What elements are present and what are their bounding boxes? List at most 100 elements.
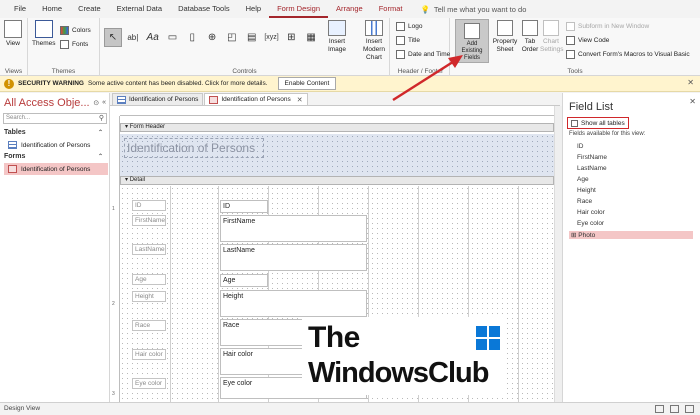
logo-button[interactable]: Logo bbox=[396, 22, 422, 31]
hyperlink-control-icon[interactable]: ⊕ bbox=[203, 28, 221, 47]
tab-create[interactable]: Create bbox=[70, 0, 109, 18]
page-break-icon[interactable]: ⊞ bbox=[282, 28, 300, 47]
tab-file[interactable]: File bbox=[6, 0, 34, 18]
search-icon: ⚲ bbox=[98, 115, 104, 122]
subform-new-window-button[interactable]: Subform in New Window bbox=[566, 22, 649, 31]
close-icon[interactable]: ✕ bbox=[687, 78, 694, 87]
property-sheet-icon bbox=[497, 20, 513, 36]
view-button[interactable]: View bbox=[4, 20, 22, 48]
title-button[interactable]: Title bbox=[396, 36, 420, 45]
chart-settings-button[interactable]: Chart Settings bbox=[540, 20, 564, 54]
form-icon bbox=[8, 165, 17, 173]
form-header-bar[interactable]: ▾ Form Header bbox=[120, 123, 554, 132]
textbox-age[interactable]: Age bbox=[220, 274, 268, 287]
ruler-number: 1 bbox=[112, 206, 115, 212]
field-item-firstname[interactable]: FirstName bbox=[577, 154, 607, 161]
property-sheet-button[interactable]: Property Sheet bbox=[492, 20, 518, 54]
field-item-photo[interactable]: ⊞ Photo bbox=[569, 231, 693, 239]
fonts-button[interactable]: Fonts bbox=[60, 40, 88, 49]
themes-icon bbox=[34, 20, 53, 38]
nav-item-table[interactable]: Identification of Persons bbox=[4, 139, 108, 151]
field-label-id[interactable]: ID bbox=[132, 200, 166, 211]
close-tab-icon[interactable]: ✕ bbox=[297, 96, 303, 104]
layout-view-icon[interactable] bbox=[670, 405, 679, 413]
tab-external-data[interactable]: External Data bbox=[109, 0, 170, 18]
vertical-scrollbar[interactable] bbox=[554, 106, 562, 402]
field-item-height[interactable]: Height bbox=[577, 187, 596, 194]
label-control-icon[interactable]: Aa bbox=[144, 28, 162, 47]
date-time-button[interactable]: Date and Time bbox=[396, 50, 450, 59]
detail-bar[interactable]: ▾ Detail bbox=[120, 176, 554, 185]
tab-order-button[interactable]: Tab Order bbox=[520, 20, 540, 54]
tell-me-box[interactable]: 💡 Tell me what you want to do bbox=[420, 5, 526, 14]
textbox-control-icon[interactable]: ab| bbox=[124, 28, 142, 47]
navigation-control-icon[interactable]: ▤ bbox=[243, 28, 261, 47]
nav-collapse-icon[interactable]: « bbox=[102, 99, 106, 107]
textbox-lastname[interactable]: LastName bbox=[220, 244, 367, 271]
tab-form-design[interactable]: Form Design bbox=[269, 1, 329, 18]
tab-format[interactable]: Format bbox=[371, 0, 411, 18]
controls-group-label: Controls bbox=[232, 68, 257, 75]
colors-button[interactable]: Colors bbox=[60, 26, 91, 35]
field-label-age[interactable]: Age bbox=[132, 274, 166, 285]
nav-section-tables[interactable]: Tables ⌃ bbox=[4, 129, 108, 136]
view-code-button[interactable]: View Code bbox=[566, 36, 609, 45]
field-label-race[interactable]: Race bbox=[132, 320, 166, 331]
button-control-icon[interactable]: ▭ bbox=[164, 28, 182, 47]
field-item-lastname[interactable]: LastName bbox=[577, 165, 607, 172]
doc-tab-form[interactable]: Identification of Persons ✕ bbox=[204, 93, 308, 105]
form-icon bbox=[209, 95, 219, 104]
textbox-firstname[interactable]: FirstName bbox=[220, 215, 367, 242]
field-item-hair-color[interactable]: Hair color bbox=[577, 209, 605, 216]
nav-search-input[interactable]: Search... ⚲ bbox=[3, 113, 107, 124]
ruler-number: 2 bbox=[112, 301, 115, 307]
form-title-label[interactable]: Identification of Persons bbox=[124, 138, 264, 158]
tab-arrange[interactable]: Arrange bbox=[328, 0, 371, 18]
textbox-id[interactable]: ID bbox=[220, 200, 268, 213]
security-warning-title: SECURITY WARNING bbox=[18, 80, 84, 87]
code-icon bbox=[566, 36, 575, 45]
view-icon bbox=[4, 20, 22, 38]
form-view-icon[interactable] bbox=[655, 405, 664, 413]
insert-chart-button[interactable]: Insert Modern Chart bbox=[356, 20, 392, 62]
nav-menu-icon[interactable]: ⊙ bbox=[93, 99, 99, 107]
themes-button[interactable]: Themes bbox=[32, 20, 55, 48]
tab-control-icon[interactable]: ▯ bbox=[183, 28, 201, 47]
form-header-section[interactable]: Identification of Persons bbox=[120, 134, 554, 176]
tab-home[interactable]: Home bbox=[34, 0, 70, 18]
ribbon-tab-bar: File Home Create External Data Database … bbox=[0, 0, 700, 18]
field-item-age[interactable]: Age bbox=[577, 176, 589, 183]
insert-image-button[interactable]: Insert Image bbox=[322, 20, 352, 54]
field-item-id[interactable]: ID bbox=[577, 143, 584, 150]
tab-help[interactable]: Help bbox=[238, 0, 269, 18]
web-browser-control-icon[interactable]: ◰ bbox=[223, 28, 241, 47]
add-existing-fields-button[interactable]: Add Existing Fields bbox=[455, 19, 489, 63]
field-label-eye-color[interactable]: Eye color bbox=[132, 378, 166, 389]
combo-box-icon[interactable]: ▦ bbox=[302, 28, 320, 47]
field-label-firstname[interactable]: FirstName bbox=[132, 215, 166, 226]
select-pointer-icon[interactable]: ↖ bbox=[104, 27, 122, 47]
field-item-eye-color[interactable]: Eye color bbox=[577, 220, 604, 227]
nav-item-form[interactable]: Identification of Persons bbox=[4, 163, 108, 175]
convert-macros-button[interactable]: Convert Form's Macros to Visual Basic bbox=[566, 50, 690, 59]
close-icon[interactable]: ✕ bbox=[689, 97, 696, 106]
nav-pane-title[interactable]: All Access Obje... bbox=[4, 97, 90, 109]
option-group-icon[interactable]: [xyz] bbox=[263, 28, 281, 47]
tell-me-text: Tell me what you want to do bbox=[433, 4, 527, 14]
doc-tab-table[interactable]: Identification of Persons bbox=[112, 93, 204, 105]
chart-icon bbox=[365, 20, 383, 36]
security-warning-message[interactable]: Some active content has been disabled. C… bbox=[88, 80, 268, 87]
textbox-height[interactable]: Height bbox=[220, 290, 367, 317]
show-all-tables-link[interactable]: Show all tables bbox=[567, 117, 629, 129]
field-item-race[interactable]: Race bbox=[577, 198, 592, 205]
tools-group-label: Tools bbox=[567, 68, 583, 75]
field-label-hair-color[interactable]: Hair color bbox=[132, 349, 166, 360]
grid-line bbox=[518, 186, 519, 402]
field-label-height[interactable]: Height bbox=[132, 291, 166, 302]
nav-section-forms[interactable]: Forms ⌃ bbox=[4, 153, 108, 160]
field-label-lastname[interactable]: LastName bbox=[132, 244, 166, 255]
design-view-icon[interactable] bbox=[685, 405, 694, 413]
enable-content-button[interactable]: Enable Content bbox=[277, 77, 337, 90]
calendar-icon bbox=[396, 50, 405, 59]
tab-database-tools[interactable]: Database Tools bbox=[170, 0, 238, 18]
